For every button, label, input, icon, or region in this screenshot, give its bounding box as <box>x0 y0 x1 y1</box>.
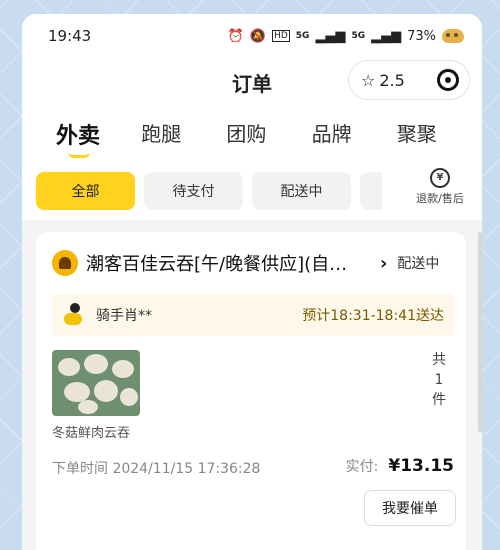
chevron-right-icon: › <box>380 252 388 274</box>
hd-icon: HD <box>272 30 290 42</box>
battery-level: 73% <box>407 28 436 44</box>
tab-label: 外卖 <box>56 124 101 149</box>
signal-5g-icon-2: 5G <box>351 30 366 41</box>
status-icons: ⏰ 🔕 HD 5G ▂▄▆ 5G ▂▄▆ 73% <box>228 29 464 44</box>
signal-bars-icon: ▂▄▆ <box>315 28 346 44</box>
order-status: 配送中 <box>397 256 440 272</box>
rider-bar[interactable]: 骑手肖** 预计18:31-18:41送达 <box>52 294 454 336</box>
signal-bars-icon-2: ▂▄▆ <box>371 28 402 44</box>
filter-all[interactable]: 全部 <box>36 172 135 210</box>
filter-pending-payment[interactable]: 待支付 <box>144 172 243 210</box>
pay-amount: ¥13.15 <box>388 456 454 476</box>
header: 订单 ☆ 2.5 <box>22 58 482 118</box>
tab-juju[interactable]: 聚聚 <box>397 118 482 147</box>
status-bar: 19:43 ⏰ 🔕 HD 5G ▂▄▆ 5G ▂▄▆ 73% <box>22 14 482 58</box>
item-count: 共 1 件 <box>432 352 446 408</box>
status-time: 19:43 <box>48 27 92 45</box>
rating-button[interactable]: ☆ 2.5 <box>361 71 405 90</box>
shop-row[interactable]: 潮客百佳云吞[午/晚餐供应](自… › 配送中 <box>52 250 454 276</box>
tab-tuangou[interactable]: 团购 <box>226 118 311 147</box>
refund-icon: ¥ <box>430 168 450 188</box>
rider-name: 骑手肖** <box>96 308 152 324</box>
filter-more[interactable] <box>360 172 382 210</box>
rating-value: 2.5 <box>379 70 405 90</box>
phone-screen: 19:43 ⏰ 🔕 HD 5G ▂▄▆ 5G ▂▄▆ 73% 订单 ☆ 2.5 … <box>22 14 482 550</box>
pay-label: 实付: <box>345 459 379 475</box>
food-thumbnail[interactable] <box>52 350 140 416</box>
item-name: 冬菇鲜肉云吞 <box>52 426 131 441</box>
filter-delivering[interactable]: 配送中 <box>252 172 351 210</box>
tab-pinpai[interactable]: 品牌 <box>312 118 397 147</box>
shop-logo-icon <box>52 250 78 276</box>
payment-summary: 实付: ¥13.15 <box>346 456 454 476</box>
mini-program-capsule: ☆ 2.5 <box>348 60 470 100</box>
signal-5g-icon: 5G <box>295 30 310 41</box>
target-icon[interactable] <box>437 69 459 91</box>
pet-icon <box>442 29 464 43</box>
urge-order-button[interactable]: 我要催单 <box>364 490 456 526</box>
tab-paotui[interactable]: 跑腿 <box>141 118 226 147</box>
tab-waimai[interactable]: 外卖 <box>56 118 141 158</box>
delivery-eta: 预计18:31-18:41送达 <box>302 308 444 324</box>
rider-icon <box>62 303 86 327</box>
mute-icon: 🔕 <box>249 28 267 44</box>
scrollbar[interactable] <box>478 232 482 432</box>
refund-label: 退款/售后 <box>416 192 464 205</box>
star-icon: ☆ <box>361 70 376 90</box>
category-tabs: 外卖 跑腿 团购 品牌 聚聚 <box>22 118 482 162</box>
order-card[interactable]: 潮客百佳云吞[午/晚餐供应](自… › 配送中 骑手肖** 预计18:31-18… <box>36 232 466 550</box>
alarm-icon: ⏰ <box>227 28 244 44</box>
tab-active-indicator <box>68 152 90 158</box>
order-time: 下单时间 2024/11/15 17:36:28 <box>52 461 261 477</box>
shop-name: 潮客百佳云吞[午/晚餐供应](自… <box>86 254 348 275</box>
status-filters: 全部 待支付 配送中 ¥ 退款/售后 <box>22 162 482 220</box>
refund-aftersale-button[interactable]: ¥ 退款/售后 <box>408 168 472 206</box>
